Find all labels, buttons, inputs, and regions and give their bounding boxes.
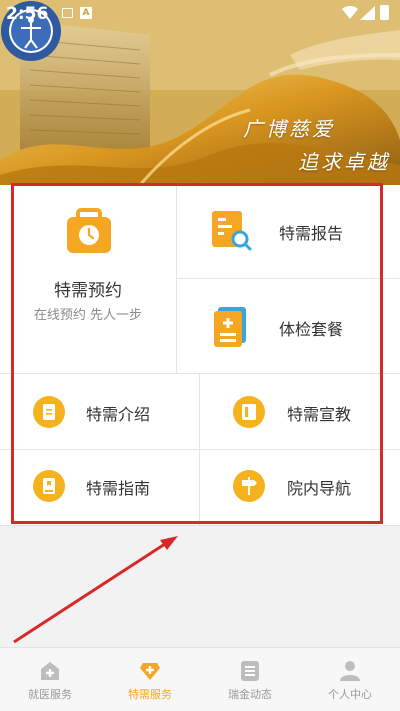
hospital-navigation-label: 院内导航 [287,479,352,498]
highlight-arrow [13,536,178,644]
divider [176,185,177,373]
tab-label: 特需服务 [128,688,172,701]
book-icon [233,396,265,428]
special-education-item[interactable]: 特需宣教 [200,374,400,449]
divider [0,449,400,450]
status-bar: 2:56 A [0,0,400,28]
tab-personal-center[interactable]: 个人中心 [300,648,400,711]
clock-bag-icon [67,208,111,253]
special-report-item[interactable]: 特需报告 [177,185,400,278]
hospital-icon [41,662,59,680]
special-education-label: 特需宣教 [287,405,352,424]
hospital-navigation-item[interactable]: 院内导航 [200,450,400,525]
special-intro-item[interactable]: 特需介绍 [0,374,199,449]
wifi-icon [342,6,358,19]
document-icon [33,396,65,428]
guide-book-icon [33,470,65,502]
bottom-tab-bar: 就医服务 特需服务 瑞金动态 个人中心 [0,647,400,711]
special-appointment-card[interactable]: 特需预约 在线预约 先人一步 [0,185,176,373]
person-icon [340,661,360,681]
tab-medical-services[interactable]: 就医服务 [0,648,100,711]
status-time: 2:56 [6,4,49,24]
slogan-line-1: 广博慈爱 [243,117,335,141]
gallery-notification-icon [62,8,73,18]
special-appointment-title: 特需预约 [54,281,122,301]
tab-label: 个人中心 [328,688,372,701]
battery-icon [380,5,389,20]
tab-ruijin-news[interactable]: 瑞金动态 [200,648,300,711]
services-grid: 特需预约 在线预约 先人一步 特需报告 体检套餐 特需介绍 特需宣教 特需指南 … [0,185,400,526]
tab-label: 瑞金动态 [228,688,272,701]
slogan-line-2: 追求卓越 [298,150,390,174]
checkup-package-item[interactable]: 体检套餐 [177,279,400,373]
special-appointment-subtitle: 在线预约 先人一步 [33,308,143,323]
divider [0,373,400,374]
special-guide-item[interactable]: 特需指南 [0,450,199,525]
report-search-icon [212,211,252,251]
special-guide-label: 特需指南 [86,479,151,498]
divider [176,278,400,279]
signpost-icon [233,470,265,502]
news-icon [241,661,259,681]
diamond-plus-icon [140,663,160,680]
checkup-package-label: 体检套餐 [279,320,344,339]
special-report-label: 特需报告 [279,224,344,243]
signal-icon [360,6,375,20]
divider [0,525,400,526]
tab-special-services[interactable]: 特需服务 [100,648,200,711]
clipboard-plus-icon [214,307,246,347]
special-intro-label: 特需介绍 [86,405,151,424]
a-notification-icon: A [80,7,92,19]
tab-label: 就医服务 [28,688,72,701]
